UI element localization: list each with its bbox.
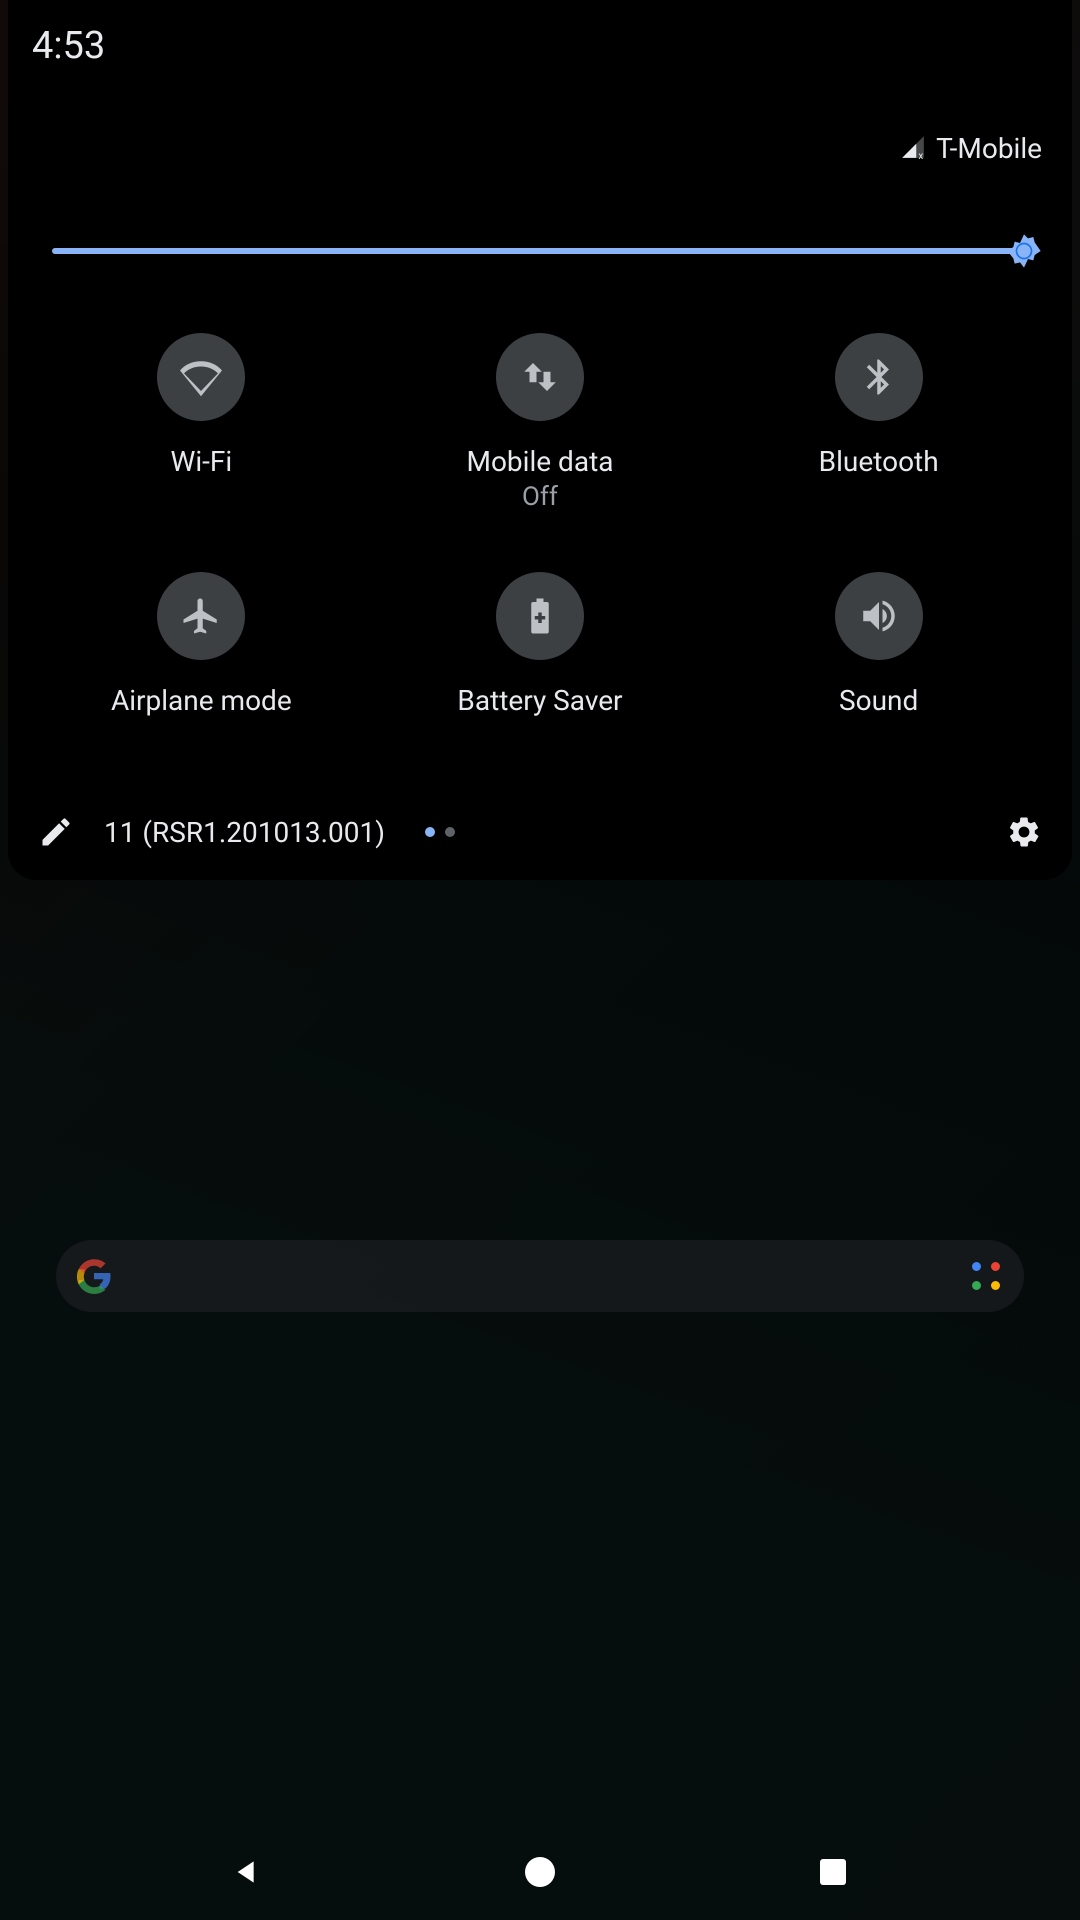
nav-recent-button[interactable] xyxy=(809,1848,857,1896)
tile-sound[interactable]: Sound xyxy=(709,572,1048,751)
navigation-bar xyxy=(0,1824,1080,1920)
status-bar: 4:53 xyxy=(32,24,1048,84)
mobile-data-icon xyxy=(496,333,584,421)
build-version[interactable]: 11 (RSR1.201013.001) xyxy=(104,816,385,849)
tile-label: Airplane mode xyxy=(111,684,292,717)
tile-battery-saver[interactable]: Battery Saver xyxy=(371,572,710,751)
edit-tiles-button[interactable] xyxy=(32,808,80,856)
status-clock: 4:53 xyxy=(32,24,105,68)
home-icon xyxy=(525,1857,555,1887)
settings-button[interactable] xyxy=(1000,808,1048,856)
carrier-row: x T-Mobile xyxy=(32,132,1048,165)
tile-label: Battery Saver xyxy=(457,684,622,717)
brightness-slider[interactable] xyxy=(32,229,1048,273)
google-search-bar[interactable] xyxy=(56,1240,1024,1312)
nav-back-button[interactable] xyxy=(223,1848,271,1896)
quick-settings-footer: 11 (RSR1.201013.001) xyxy=(8,784,1072,880)
tile-label: Mobile data xyxy=(467,445,614,478)
tile-airplane-mode[interactable]: Airplane mode xyxy=(32,572,371,751)
quick-settings-panel: 4:53 x T-Mobile Wi-Fi xyxy=(8,0,1072,880)
page-indicator xyxy=(425,827,455,837)
page-dot-active xyxy=(425,827,435,837)
google-logo-icon xyxy=(76,1258,112,1294)
tile-label: Bluetooth xyxy=(819,445,939,478)
brightness-thumb-icon[interactable] xyxy=(1004,231,1044,271)
tile-wifi[interactable]: Wi-Fi xyxy=(32,333,371,512)
tile-sublabel: Off xyxy=(467,482,614,512)
wifi-icon xyxy=(157,333,245,421)
recent-icon xyxy=(820,1859,846,1885)
bluetooth-icon xyxy=(835,333,923,421)
cellular-signal-icon: x xyxy=(900,134,926,164)
quick-settings-tiles: Wi-Fi Mobile data Off Bluetooth xyxy=(32,333,1048,751)
carrier-name: T-Mobile xyxy=(936,132,1042,165)
svg-text:x: x xyxy=(919,150,924,159)
brightness-track xyxy=(52,248,1032,254)
tile-label: Wi-Fi xyxy=(170,445,232,478)
nav-home-button[interactable] xyxy=(516,1848,564,1896)
assistant-icon[interactable] xyxy=(968,1258,1004,1294)
battery-saver-icon xyxy=(496,572,584,660)
page-dot xyxy=(445,827,455,837)
tile-mobile-data[interactable]: Mobile data Off xyxy=(371,333,710,512)
tile-label: Sound xyxy=(839,684,918,717)
sound-icon xyxy=(835,572,923,660)
tile-bluetooth[interactable]: Bluetooth xyxy=(709,333,1048,512)
airplane-icon xyxy=(157,572,245,660)
